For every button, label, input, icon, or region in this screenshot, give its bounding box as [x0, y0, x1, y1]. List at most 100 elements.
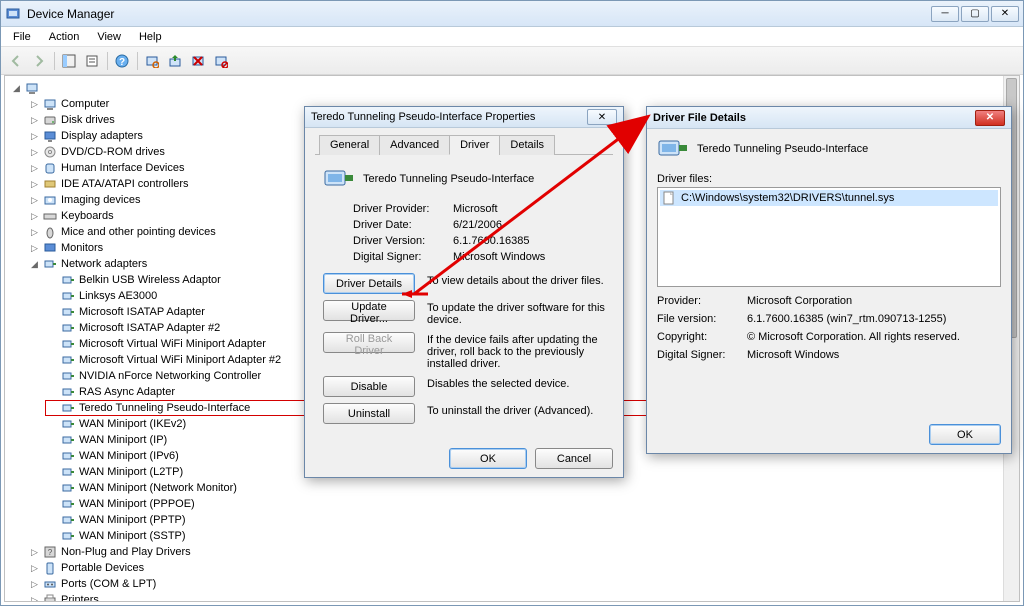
back-icon[interactable]	[5, 50, 27, 72]
help-icon[interactable]: ?	[111, 50, 133, 72]
expander-icon[interactable]: ▷	[29, 99, 40, 110]
menu-view[interactable]: View	[89, 29, 129, 45]
dialog-title: Teredo Tunneling Pseudo-Interface Proper…	[311, 111, 587, 123]
printer-icon	[42, 593, 58, 601]
driver-files-list[interactable]: C:\Windows\system32\DRIVERS\tunnel.sys	[657, 187, 1001, 287]
tree-category-ports[interactable]: ▷Ports (COM & LPT)	[27, 576, 1019, 592]
root-label	[43, 80, 46, 96]
computer-icon	[24, 81, 40, 95]
dialog-titlebar[interactable]: Driver File Details ✕	[647, 107, 1011, 129]
expander-icon[interactable]: ▷	[29, 163, 40, 174]
ok-button[interactable]: OK	[449, 448, 527, 469]
expander-icon[interactable]: ◢	[29, 259, 40, 270]
ide-icon	[42, 177, 58, 191]
menu-help[interactable]: Help	[131, 29, 170, 45]
category-label: Monitors	[61, 240, 103, 256]
update-driver-icon[interactable]	[164, 50, 186, 72]
cancel-button[interactable]: Cancel	[535, 448, 613, 469]
network-adapter-icon	[60, 305, 76, 319]
uninstall-button[interactable]: Uninstall	[323, 403, 415, 424]
expander-icon[interactable]: ▷	[29, 115, 40, 126]
network-adapter-icon	[60, 449, 76, 463]
ok-button[interactable]: OK	[929, 424, 1001, 445]
kv-value: Microsoft Windows	[747, 349, 839, 361]
toolbar-separator	[54, 52, 55, 70]
hid-icon	[42, 161, 58, 175]
driver-tab-pane: Teredo Tunneling Pseudo-Interface Driver…	[315, 155, 613, 424]
category-label: IDE ATA/ATAPI controllers	[61, 176, 189, 192]
tab-details[interactable]: Details	[499, 135, 555, 155]
driver-file-details-dialog[interactable]: Driver File Details ✕ Teredo Tunneling P…	[646, 106, 1012, 454]
expander-icon[interactable]: ▷	[29, 131, 40, 142]
category-label: Network adapters	[61, 256, 147, 272]
tree-category-portable[interactable]: ▷Portable Devices	[27, 560, 1019, 576]
network-adapter-icon	[60, 513, 76, 527]
tree-root[interactable]: ◢	[9, 80, 1019, 96]
expander-icon[interactable]: ▷	[29, 563, 40, 574]
device-label: NVIDIA nForce Networking Controller	[79, 368, 261, 384]
menu-action[interactable]: Action	[41, 29, 88, 45]
kv-value: Microsoft Windows	[453, 251, 545, 263]
disable-button[interactable]: Disable	[323, 376, 415, 397]
mouse-icon	[42, 225, 58, 239]
scan-hardware-icon[interactable]	[141, 50, 163, 72]
expander-icon[interactable]: ▷	[29, 147, 40, 158]
rollback-driver-button[interactable]: Roll Back Driver	[323, 332, 415, 353]
tree-device-item[interactable]: WAN Miniport (PPPOE)	[45, 496, 1019, 512]
expander-icon[interactable]: ▷	[29, 195, 40, 206]
kv-key: Driver Version:	[353, 235, 453, 247]
tree-category-printer[interactable]: ▷ Printers	[27, 592, 1019, 601]
network-adapter-icon	[60, 385, 76, 399]
expander-icon[interactable]: ▷	[29, 579, 40, 590]
dialog-actions: OK Cancel	[305, 440, 623, 477]
expander-icon[interactable]: ▷	[29, 547, 40, 558]
titlebar[interactable]: Device Manager ─ ▢ ✕	[1, 1, 1023, 27]
tree-device-item[interactable]: WAN Miniport (Network Monitor)	[45, 480, 1019, 496]
tab-strip: General Advanced Driver Details	[315, 134, 613, 155]
category-label: Mice and other pointing devices	[61, 224, 216, 240]
category-label: DVD/CD-ROM drives	[61, 144, 165, 160]
expander-icon[interactable]: ▷	[29, 211, 40, 222]
dialog-close-button[interactable]: ✕	[975, 110, 1005, 126]
tab-driver[interactable]: Driver	[449, 135, 500, 155]
kv-key: Driver Date:	[353, 219, 453, 231]
driver-file-item[interactable]: C:\Windows\system32\DRIVERS\tunnel.sys	[660, 190, 998, 206]
properties-dialog[interactable]: Teredo Tunneling Pseudo-Interface Proper…	[304, 106, 624, 478]
tab-advanced[interactable]: Advanced	[379, 135, 450, 155]
toolbar-separator	[137, 52, 138, 70]
ports-icon	[42, 577, 58, 591]
window-title: Device Manager	[27, 7, 931, 21]
close-button[interactable]: ✕	[991, 6, 1019, 22]
expander-icon[interactable]: ▷	[29, 179, 40, 190]
category-label: Printers	[61, 592, 99, 601]
driver-details-button[interactable]: Driver Details	[323, 273, 415, 294]
tab-general[interactable]: General	[319, 135, 380, 155]
expander-icon[interactable]: ▷	[29, 595, 40, 602]
show-hide-console-tree-icon[interactable]	[58, 50, 80, 72]
category-label: Display adapters	[61, 128, 143, 144]
update-driver-button[interactable]: Update Driver...	[323, 300, 415, 321]
dialog-titlebar[interactable]: Teredo Tunneling Pseudo-Interface Proper…	[305, 107, 623, 128]
device-label: WAN Miniport (L2TP)	[79, 464, 183, 480]
maximize-button[interactable]: ▢	[961, 6, 989, 22]
device-name: Teredo Tunneling Pseudo-Interface	[697, 143, 868, 155]
expander-icon[interactable]: ▷	[29, 243, 40, 254]
dialog-close-button[interactable]: ✕	[587, 109, 617, 125]
expander-icon[interactable]: ▷	[29, 227, 40, 238]
network-adapter-icon	[60, 417, 76, 431]
network-adapter-icon	[60, 529, 76, 543]
device-label: Microsoft ISATAP Adapter #2	[79, 320, 220, 336]
tree-device-item[interactable]: WAN Miniport (PPTP)	[45, 512, 1019, 528]
uninstall-icon[interactable]	[187, 50, 209, 72]
menu-file[interactable]: File	[5, 29, 39, 45]
minimize-button[interactable]: ─	[931, 6, 959, 22]
forward-icon[interactable]	[28, 50, 50, 72]
properties-icon[interactable]	[81, 50, 103, 72]
dvd-icon	[42, 145, 58, 159]
category-label: Disk drives	[61, 112, 115, 128]
tree-category-npnp[interactable]: ▷?Non-Plug and Play Drivers	[27, 544, 1019, 560]
tree-device-item[interactable]: WAN Miniport (SSTP)	[45, 528, 1019, 544]
disable-icon[interactable]	[210, 50, 232, 72]
network-icon	[42, 257, 58, 271]
disk-icon	[42, 113, 58, 127]
